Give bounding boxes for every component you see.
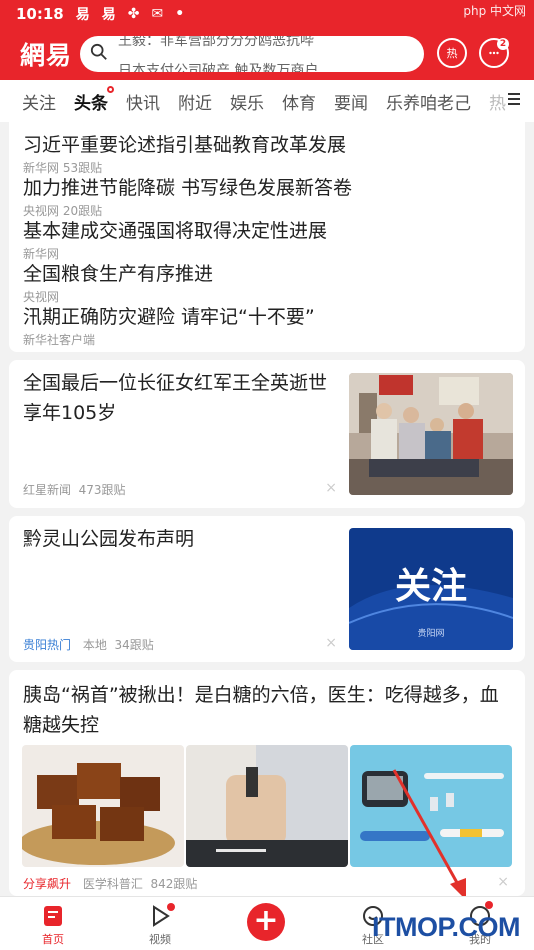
app-logo[interactable]: 網易 bbox=[20, 36, 72, 72]
headline-meta: 新华社客户端 bbox=[23, 333, 96, 347]
headline-card: 习近平重要论述指引基础教育改革发展 新华网 53跟贴 加力推进节能降碳 书写绿色… bbox=[9, 122, 525, 352]
article-title: 胰岛“祸首”被揪出！是白糖的六倍，医生：吃得越多，血糖越失控 bbox=[23, 684, 499, 736]
search-hint-next: 日本支付公司破产 触及数万商户 bbox=[118, 63, 319, 72]
nav-video-label: 视频 bbox=[149, 933, 171, 946]
video-icon bbox=[147, 903, 175, 929]
notice-image: 关注 贵阳网 bbox=[349, 528, 513, 650]
dismiss-icon[interactable]: × bbox=[497, 874, 509, 890]
tabs-menu-icon[interactable] bbox=[508, 90, 524, 110]
article-thumbnail-1 bbox=[22, 745, 184, 867]
article-meta: 分享飙升 医学科普汇 842跟贴 bbox=[23, 875, 197, 892]
publish-button[interactable]: + bbox=[247, 903, 285, 941]
top-header: 10:18 易 易 ✤ ✉ • php 中文网 網易 王毅：非军营部分分分鸥恶抗… bbox=[0, 0, 534, 80]
article-source: 医学科普汇 bbox=[82, 877, 143, 891]
tab-news-flash[interactable]: 快讯 bbox=[126, 89, 160, 114]
message-badge: 2 bbox=[497, 38, 509, 50]
article-source: 本地 bbox=[82, 638, 107, 652]
headline-item[interactable]: 汛期正确防灾避险 请牢记“十不要” 新华社客户端 bbox=[23, 302, 315, 348]
dismiss-icon[interactable]: × bbox=[325, 635, 337, 651]
site-watermark-logo: ITMOP.COM bbox=[371, 912, 521, 942]
article-title: 黔灵山公园发布声明 bbox=[23, 528, 195, 550]
article-follow: 842跟贴 bbox=[150, 877, 198, 891]
photo-image bbox=[349, 373, 513, 495]
profile-badge bbox=[485, 901, 493, 909]
tab-entertainment[interactable]: 娱乐 bbox=[230, 89, 264, 114]
article-thumbnail: 关注 贵阳网 bbox=[349, 528, 513, 650]
hot-list-icon[interactable]: 热 bbox=[437, 38, 467, 68]
channel-tabs: 关注 头条 快讯 附近 娱乐 体育 要闻 乐养咱老己 热 bbox=[0, 80, 534, 122]
status-time: 10:18 bbox=[16, 5, 64, 23]
headline-item[interactable]: 基本建成交通强国将取得决定性进展 新华网 bbox=[23, 216, 327, 262]
article-card[interactable]: 全国最后一位长征女红军王全英逝世享年105岁 红星新闻 473跟贴 × bbox=[9, 360, 525, 508]
blood-test-image bbox=[186, 745, 348, 867]
search-bar[interactable]: 王毅：非军营部分分分鸥恶抗哔 日本支付公司破产 触及数万商户 bbox=[80, 36, 424, 72]
article-tag: 分享飙升 bbox=[23, 877, 72, 891]
article-title: 全国最后一位长征女红军王全英逝世享年105岁 bbox=[23, 372, 328, 424]
headline-title: 加力推进节能降碳 书写绿色发展新答卷 bbox=[23, 177, 353, 199]
notification-icon-2: 易 bbox=[101, 7, 116, 23]
tab-hot[interactable]: 热 bbox=[489, 89, 506, 114]
tab-headline-label: 头条 bbox=[74, 93, 108, 114]
brown-sugar-image bbox=[22, 745, 184, 867]
notice-heading: 关注 bbox=[395, 566, 467, 607]
video-badge bbox=[167, 903, 175, 911]
dismiss-icon[interactable]: × bbox=[325, 480, 337, 496]
headline-item[interactable]: 全国粮食生产有序推进 央视网 bbox=[23, 259, 213, 305]
headline-item[interactable]: 习近平重要论述指引基础教育改革发展 新华网 53跟贴 bbox=[23, 130, 346, 176]
site-watermark: php 中文网 bbox=[463, 4, 526, 18]
search-hint: 王毅：非军营部分分分鸥恶抗哔 bbox=[118, 36, 314, 49]
tab-headline[interactable]: 头条 bbox=[74, 85, 114, 114]
tab-major-news[interactable]: 要闻 bbox=[334, 89, 368, 114]
mail-icon: ✉ bbox=[151, 6, 164, 22]
nav-home-label: 首页 bbox=[42, 933, 64, 946]
search-icon bbox=[90, 43, 107, 60]
notification-icon: 易 bbox=[75, 7, 90, 23]
nav-video[interactable]: 视频 bbox=[130, 903, 190, 947]
article-tag: 贵阳热门 bbox=[23, 638, 72, 652]
home-icon bbox=[40, 903, 66, 929]
new-dot bbox=[107, 85, 114, 93]
tab-sports[interactable]: 体育 bbox=[282, 89, 316, 114]
tab-nearby[interactable]: 附近 bbox=[178, 89, 212, 114]
status-dot-icon: • bbox=[175, 6, 185, 22]
article-meta: 红星新闻 473跟贴 bbox=[23, 481, 126, 498]
status-bar: 10:18 易 易 ✤ ✉ • php 中文网 bbox=[0, 0, 534, 28]
headline-title: 基本建成交通强国将取得决定性进展 bbox=[23, 220, 328, 242]
app-icon: ✤ bbox=[127, 6, 140, 22]
article-meta: 贵阳热门 本地 34跟贴 bbox=[23, 636, 154, 653]
headline-item[interactable]: 加力推进节能降碳 书写绿色发展新答卷 央视网 20跟贴 bbox=[23, 173, 352, 219]
article-follow: 473跟贴 bbox=[78, 483, 126, 497]
annotation-arrow bbox=[392, 769, 466, 900]
nav-home[interactable]: 首页 bbox=[23, 903, 83, 947]
tab-elderly[interactable]: 乐养咱老己 bbox=[386, 89, 471, 114]
headline-title: 全国粮食生产有序推进 bbox=[23, 263, 214, 285]
hot-icon-label: 热 bbox=[446, 47, 458, 60]
article-follow: 34跟贴 bbox=[114, 638, 154, 652]
notice-source: 贵阳网 bbox=[417, 627, 444, 639]
article-thumbnail bbox=[349, 373, 513, 495]
headline-title: 习近平重要论述指引基础教育改革发展 bbox=[23, 134, 347, 156]
headline-title: 汛期正确防灾避险 请牢记“十不要” bbox=[23, 306, 315, 328]
tab-follow[interactable]: 关注 bbox=[22, 89, 56, 114]
article-source: 红星新闻 bbox=[23, 483, 72, 497]
article-card[interactable]: 黔灵山公园发布声明 贵阳热门 本地 34跟贴 × 关注 贵阳网 bbox=[9, 516, 525, 662]
article-thumbnail-2 bbox=[186, 745, 348, 867]
